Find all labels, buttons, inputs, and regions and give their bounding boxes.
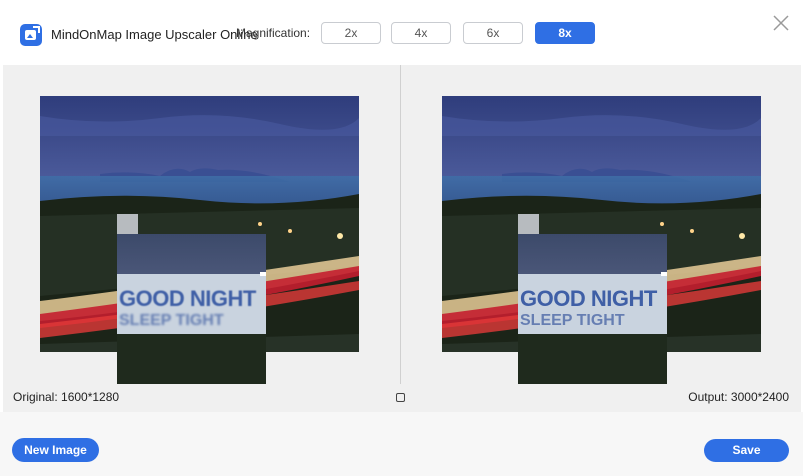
app-logo-icon: [20, 24, 42, 46]
magnification-label: Magnification:: [236, 26, 311, 40]
magnification-8x-button[interactable]: 8x: [535, 22, 595, 44]
app-title: MindOnMap Image Upscaler Online: [51, 27, 258, 42]
sign-text-line1: GOOD NIGHT: [119, 286, 256, 311]
sign-text-line2: SLEEP TIGHT: [119, 312, 224, 329]
new-image-button[interactable]: New Image: [12, 438, 99, 462]
magnification-4x-button[interactable]: 4x: [391, 22, 451, 44]
sign-text-line1: GOOD NIGHT: [520, 286, 657, 311]
pane-divider: [400, 65, 401, 384]
selection-marker[interactable]: [518, 214, 539, 234]
close-icon[interactable]: [772, 14, 790, 32]
footer: [0, 412, 803, 476]
overlay-tab: [260, 272, 266, 276]
compare-square-icon[interactable]: [396, 393, 405, 402]
header: MindOnMap Image Upscaler Online Magnific…: [0, 0, 803, 64]
output-resolution: Output: 3000*2400: [688, 390, 789, 404]
selection-marker[interactable]: [117, 214, 138, 234]
overlay-tab: [661, 272, 667, 276]
original-zoom-preview: GOOD NIGHT SLEEP TIGHT: [117, 234, 266, 384]
save-button[interactable]: Save: [704, 439, 789, 462]
magnification-2x-button[interactable]: 2x: [321, 22, 381, 44]
sign-text-line2: SLEEP TIGHT: [520, 312, 625, 329]
magnification-6x-button[interactable]: 6x: [463, 22, 523, 44]
original-resolution: Original: 1600*1280: [13, 390, 120, 404]
output-zoom-preview: GOOD NIGHT SLEEP TIGHT: [518, 234, 667, 384]
